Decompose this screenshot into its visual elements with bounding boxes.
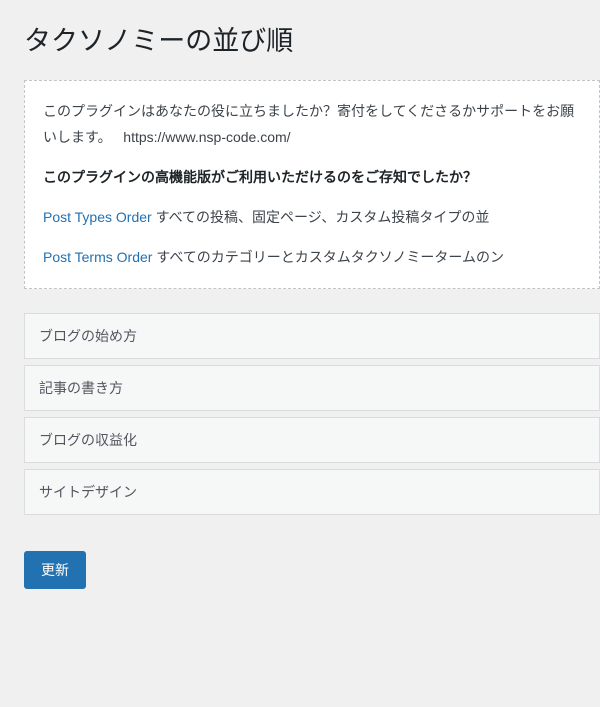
support-url-text: https://www.nsp-code.com/ <box>123 129 290 145</box>
list-item[interactable]: ブログの始め方 <box>24 313 600 359</box>
update-button[interactable]: 更新 <box>24 551 86 589</box>
notice-donate-text: このプラグインはあなたの役に立ちましたか？寄付をしてくださるかサポートをお願いし… <box>43 99 581 151</box>
post-terms-order-link[interactable]: Post Terms Order <box>43 249 152 265</box>
notice-pto-line: Post Types Order すべての投稿、固定ページ、カスタム投稿タイプの… <box>43 205 581 231</box>
list-item[interactable]: サイトデザイン <box>24 469 600 515</box>
ptermo-desc: すべてのカテゴリーとカスタムタクソノミータームのン <box>152 249 504 265</box>
taxonomy-sortable-list[interactable]: ブログの始め方 記事の書き方 ブログの収益化 サイトデザイン <box>24 313 600 515</box>
list-item[interactable]: ブログの収益化 <box>24 417 600 463</box>
plugin-notice-box: このプラグインはあなたの役に立ちましたか？寄付をしてくださるかサポートをお願いし… <box>24 80 600 289</box>
list-item[interactable]: 記事の書き方 <box>24 365 600 411</box>
post-types-order-link[interactable]: Post Types Order <box>43 209 152 225</box>
notice-ptermo-line: Post Terms Order すべてのカテゴリーとカスタムタクソノミーターム… <box>43 245 581 271</box>
pto-desc: すべての投稿、固定ページ、カスタム投稿タイプの並 <box>152 209 490 225</box>
page-title: タクソノミーの並び順 <box>24 10 600 62</box>
notice-pro-heading: このプラグインの高機能版がご利用いただけるのをご存知でしたか？ <box>43 165 581 191</box>
